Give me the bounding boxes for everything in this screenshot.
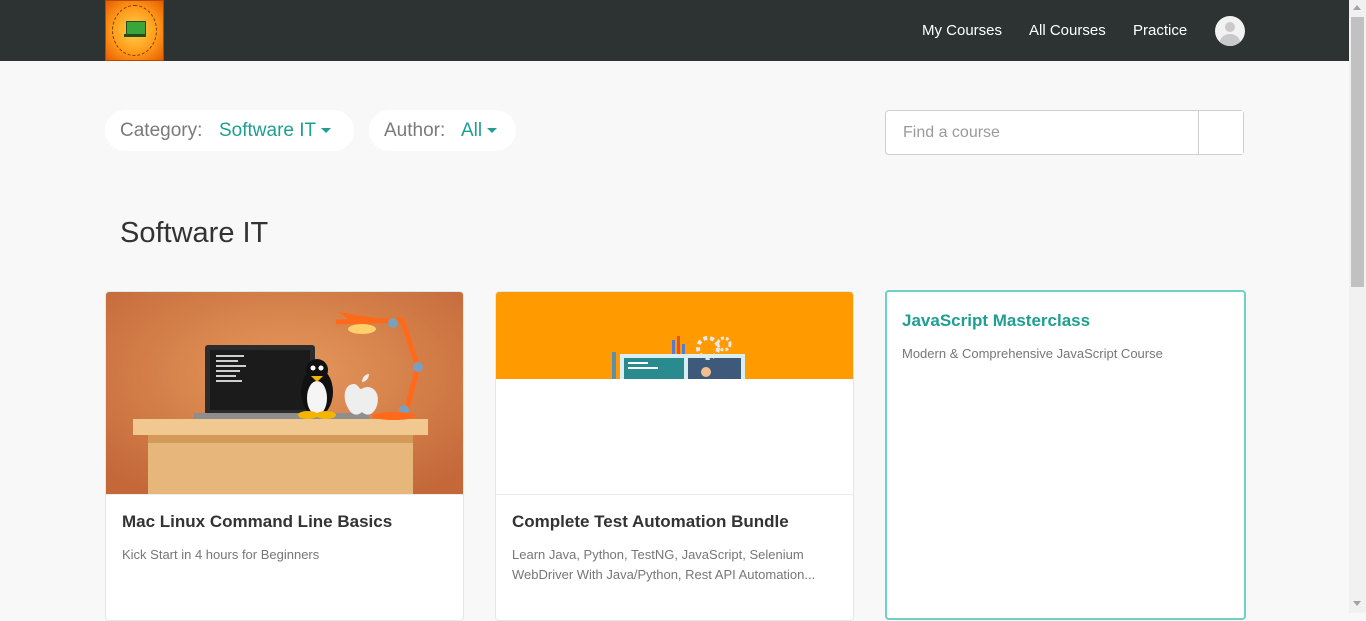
course-title[interactable]: Complete Test Automation Bundle bbox=[512, 512, 789, 532]
course-title[interactable]: JavaScript Masterclass bbox=[902, 311, 1090, 331]
search-input[interactable] bbox=[886, 111, 1198, 154]
search-button[interactable] bbox=[1198, 111, 1243, 154]
course-subtitle: Modern & Comprehensive JavaScript Course bbox=[902, 346, 1163, 361]
course-subtitle: Learn Java, Python, TestNG, JavaScript, … bbox=[512, 547, 816, 582]
course-subtitle: Kick Start in 4 hours for Beginners bbox=[122, 547, 320, 562]
author-filter-dropdown[interactable]: Author: All bbox=[369, 110, 516, 151]
page-title: Software IT bbox=[120, 217, 269, 249]
avatar-head-icon bbox=[1225, 22, 1235, 32]
author-value-text: All bbox=[461, 120, 483, 141]
nav-my-courses[interactable]: My Courses bbox=[922, 0, 1002, 61]
category-value-text: Software IT bbox=[219, 120, 317, 141]
category-filter-dropdown[interactable]: Category: Software IT bbox=[105, 110, 354, 151]
course-title[interactable]: Mac Linux Command Line Basics bbox=[122, 512, 392, 532]
course-thumbnail bbox=[106, 292, 463, 494]
site-logo[interactable] bbox=[105, 0, 164, 61]
course-card[interactable]: Complete Test Automation Bundle Learn Ja… bbox=[495, 291, 854, 621]
card-divider bbox=[106, 494, 463, 495]
top-navbar: My Courses All Courses Practice bbox=[0, 0, 1349, 61]
category-filter-label: Category: bbox=[120, 120, 203, 141]
course-search bbox=[885, 110, 1244, 155]
category-filter-value: Software IT bbox=[219, 110, 332, 151]
caret-down-icon bbox=[487, 128, 498, 134]
nav-practice[interactable]: Practice bbox=[1133, 0, 1187, 61]
course-card[interactable]: JavaScript Masterclass Modern & Comprehe… bbox=[885, 290, 1246, 620]
author-filter-value: All bbox=[461, 110, 498, 151]
vertical-scrollbar[interactable] bbox=[1349, 0, 1366, 613]
caret-down-icon bbox=[321, 128, 332, 134]
linux-desk-illustration bbox=[106, 292, 463, 494]
test-automation-illustration bbox=[496, 292, 853, 494]
course-thumbnail bbox=[496, 292, 853, 494]
scroll-thumb[interactable] bbox=[1351, 17, 1364, 287]
scroll-up-arrow-icon[interactable] bbox=[1353, 5, 1361, 10]
logo-computer-icon bbox=[126, 21, 146, 35]
author-filter-label: Author: bbox=[384, 120, 446, 141]
course-card[interactable]: Mac Linux Command Line Basics Kick Start… bbox=[105, 291, 464, 621]
card-divider bbox=[496, 494, 853, 495]
scroll-down-arrow-icon[interactable] bbox=[1353, 601, 1361, 606]
logo-computer-base bbox=[124, 34, 146, 37]
nav-all-courses[interactable]: All Courses bbox=[1029, 0, 1106, 61]
user-avatar[interactable] bbox=[1215, 16, 1245, 46]
avatar-body-icon bbox=[1220, 34, 1240, 46]
